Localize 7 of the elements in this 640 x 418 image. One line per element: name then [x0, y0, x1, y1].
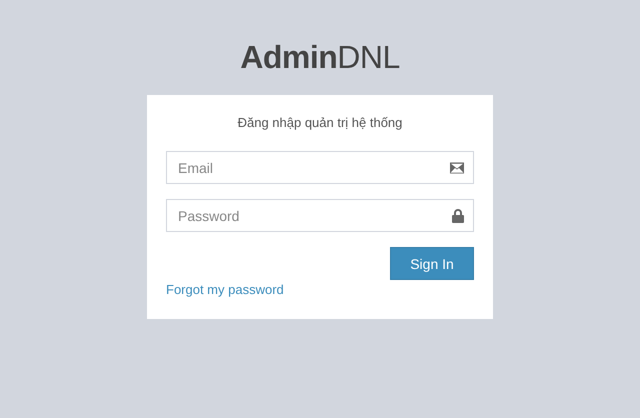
- forgot-password-link[interactable]: Forgot my password: [166, 282, 284, 297]
- login-title: Đăng nhập quản trị hệ thống: [236, 115, 404, 131]
- email-field[interactable]: Email: [166, 151, 474, 184]
- password-field[interactable]: Password: [166, 199, 474, 232]
- sign-in-button[interactable]: Sign In: [390, 247, 474, 280]
- lock-icon: [452, 208, 464, 222]
- logo-text: AdminDNL: [240, 38, 400, 76]
